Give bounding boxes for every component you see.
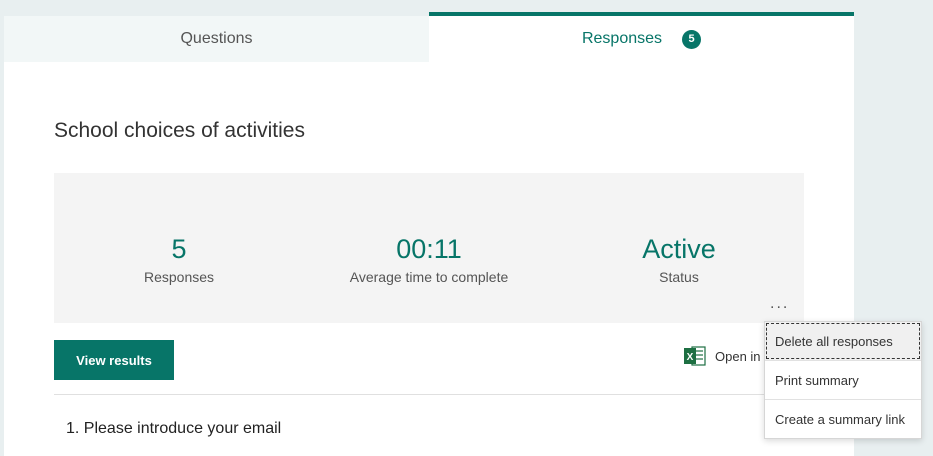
tab-bar: Questions Responses 5 (4, 12, 854, 62)
open-in-excel-button[interactable]: X Open in (684, 346, 761, 366)
stat-responses-value: 5 (171, 234, 187, 264)
stat-status: Active Status (554, 232, 804, 285)
stat-status-value: Active (642, 234, 716, 264)
stat-average-time-value: 00:11 (396, 234, 462, 264)
forms-card: Questions Responses 5 School choices of … (4, 12, 854, 456)
stats-panel: 5 Responses 00:11 Average time to comple… (54, 173, 804, 323)
excel-icon: X (684, 346, 706, 366)
tab-responses[interactable]: Responses 5 (429, 12, 854, 62)
menu-item-print-summary[interactable]: Print summary (765, 361, 921, 399)
stat-status-label: Status (659, 269, 699, 285)
more-options-icon[interactable]: ... (770, 295, 789, 313)
tab-questions[interactable]: Questions (4, 16, 429, 62)
responses-count-badge: 5 (682, 29, 702, 49)
menu-item-create-summary-link[interactable]: Create a summary link (765, 400, 921, 438)
divider (54, 394, 804, 395)
form-title: School choices of activities (54, 119, 305, 142)
stat-average-time-label: Average time to complete (349, 269, 509, 285)
menu-item-delete-all-responses[interactable]: Delete all responses (765, 322, 921, 360)
more-options-menu: Delete all responses Print summary Creat… (764, 321, 922, 439)
view-results-button[interactable]: View results (54, 340, 174, 380)
stat-responses-label: Responses (143, 269, 215, 285)
question-item: 1. Please introduce your email (66, 420, 282, 437)
tab-responses-label: Responses (581, 30, 663, 47)
svg-text:X: X (687, 352, 694, 363)
stat-average-time: 00:11 Average time to complete (304, 232, 554, 285)
stat-responses: 5 Responses (54, 232, 304, 285)
tab-questions-label: Questions (180, 30, 253, 47)
open-in-excel-label: Open in (715, 348, 761, 364)
